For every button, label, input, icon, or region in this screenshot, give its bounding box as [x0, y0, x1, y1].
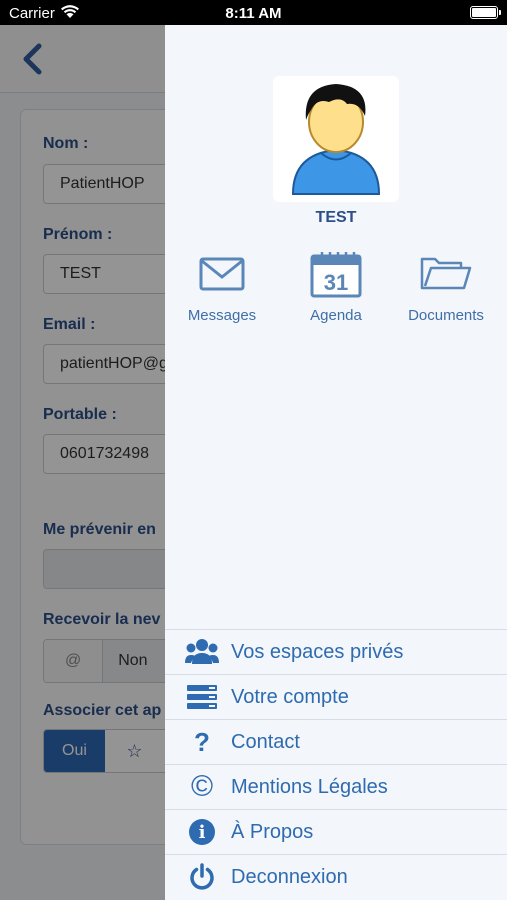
envelope-icon [165, 249, 279, 299]
menu-item-mentions-legales[interactable]: © Mentions Légales [165, 764, 507, 809]
menu-item-label: Votre compte [231, 686, 349, 708]
info-icon-wrap: i [185, 816, 219, 848]
agenda-label: Agenda [310, 307, 362, 324]
messages-shortcut[interactable]: Messages [165, 249, 279, 324]
power-icon [185, 861, 219, 893]
menu-item-a-propos[interactable]: i À Propos [165, 809, 507, 854]
menu-item-label: Contact [231, 731, 300, 753]
side-drawer: TEST Messages 31 Agenda Documents Vos es… [165, 25, 507, 900]
info-icon: i [189, 819, 215, 845]
user-avatar-icon [291, 84, 381, 195]
calendar-day: 31 [324, 270, 348, 295]
agenda-shortcut[interactable]: 31 Agenda [279, 249, 393, 324]
users-icon [185, 636, 219, 668]
menu-item-label: À Propos [231, 821, 314, 843]
documents-shortcut[interactable]: Documents [389, 249, 503, 324]
documents-label: Documents [408, 307, 484, 324]
messages-label: Messages [187, 307, 257, 324]
copyright-icon: © [190, 770, 214, 803]
avatar[interactable] [273, 76, 399, 202]
calendar-icon: 31 [279, 249, 393, 299]
list-icon [185, 681, 219, 713]
folder-icon [389, 249, 503, 299]
menu-item-label: Vos espaces privés [231, 641, 404, 663]
menu-item-contact[interactable]: ? Contact [165, 719, 507, 764]
menu-item-deconnexion[interactable]: Deconnexion [165, 854, 507, 899]
username: TEST [315, 209, 357, 226]
status-bar: Carrier 8:11 AM [0, 0, 507, 25]
menu-item-votre-compte[interactable]: Votre compte [165, 674, 507, 719]
menu-item-label: Mentions Légales [231, 776, 388, 798]
clock: 8:11 AM [225, 5, 282, 22]
menu-item-label: Deconnexion [231, 866, 348, 888]
drawer-menu: Vos espaces privés Votre compte ? Contac… [165, 629, 507, 899]
menu-item-espaces-prives[interactable]: Vos espaces privés [165, 629, 507, 674]
battery-icon [470, 6, 501, 19]
question-icon: ? [194, 726, 210, 757]
